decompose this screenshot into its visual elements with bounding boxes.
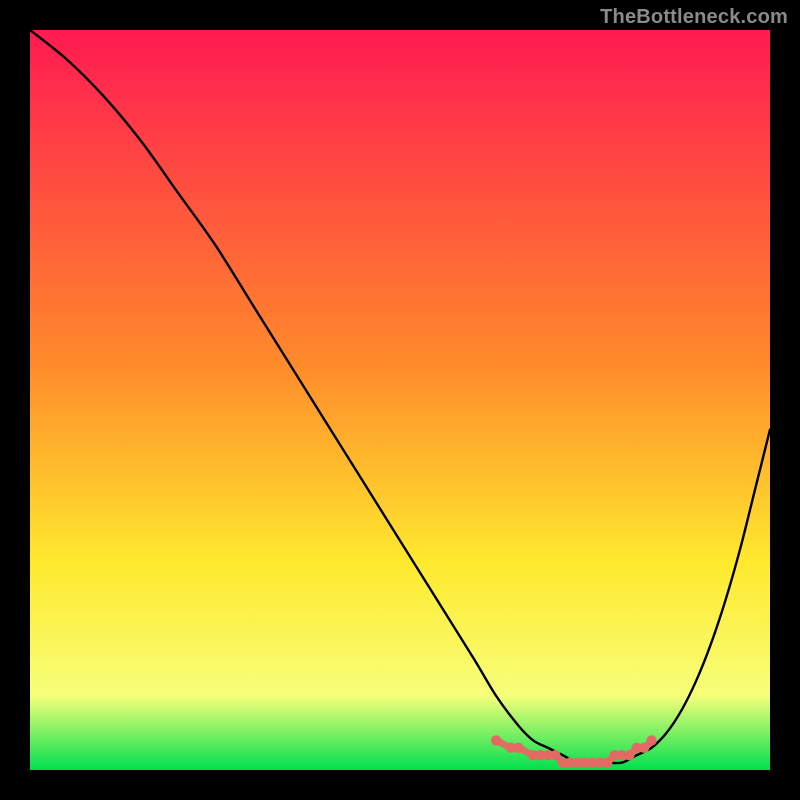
sweet-spot-dot [624,750,634,760]
sweet-spot-dot [639,743,649,753]
sweet-spot-dot [550,750,560,760]
sweet-spot-dot [513,743,523,753]
bottleneck-chart [30,30,770,770]
sweet-spot-dot [491,735,501,745]
sweet-spot-dot [646,735,656,745]
plot-area [30,30,770,770]
sweet-spot-dot [602,757,612,767]
watermark-text: TheBottleneck.com [600,6,788,29]
chart-frame: TheBottleneck.com [0,0,800,800]
